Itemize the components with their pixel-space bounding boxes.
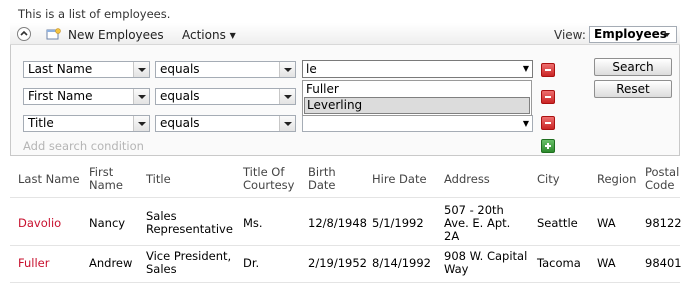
- cell-hire-date: 8/14/1992: [372, 256, 431, 270]
- dropdown-arrow-icon: [133, 89, 149, 104]
- remove-condition-icon[interactable]: [541, 90, 555, 104]
- col-header-hire-date[interactable]: Hire Date: [372, 173, 427, 186]
- cell-birth-date: 2/19/1952: [308, 256, 367, 270]
- operator-select-3[interactable]: equals: [155, 115, 296, 132]
- cell-title: Sales Representative: [146, 209, 233, 236]
- collapse-icon[interactable]: [17, 27, 31, 41]
- cell-hire-date: 5/1/1992: [372, 216, 424, 230]
- cell-postal-code: 98401: [645, 256, 682, 270]
- view-selector[interactable]: Employees: [589, 26, 677, 43]
- value-input-3[interactable]: ▼: [302, 115, 533, 132]
- dropdown-arrow-icon: [279, 89, 295, 104]
- dropdown-arrow-icon: ▼: [522, 64, 529, 73]
- search-button[interactable]: Search: [594, 58, 672, 76]
- field-select-value: First Name: [28, 89, 93, 103]
- col-header-last-name[interactable]: Last Name: [18, 173, 80, 186]
- operator-select-2[interactable]: equals: [155, 88, 296, 105]
- cell-courtesy: Ms.: [243, 216, 263, 230]
- last-name-link[interactable]: Davolio: [18, 217, 61, 230]
- dropdown-arrow-icon: [133, 62, 149, 77]
- cell-title: Vice President, Sales: [146, 249, 232, 276]
- field-select-2[interactable]: First Name: [23, 88, 150, 105]
- field-select-3[interactable]: Title: [23, 115, 150, 132]
- row-divider: [10, 282, 680, 283]
- operator-select-1[interactable]: equals: [155, 61, 296, 78]
- col-header-postal-code[interactable]: Postal Code: [645, 166, 679, 192]
- view-label: View:: [554, 28, 586, 42]
- col-header-region[interactable]: Region: [597, 173, 636, 186]
- remove-condition-icon[interactable]: [541, 63, 555, 77]
- dropdown-arrow-icon: [279, 116, 295, 131]
- last-name-link[interactable]: Fuller: [18, 257, 49, 270]
- cell-postal-code: 98122: [645, 216, 682, 230]
- cell-first-name: Nancy: [89, 216, 126, 230]
- cell-city: Seattle: [537, 216, 578, 230]
- field-select-value: Last Name: [28, 62, 93, 76]
- view-value: Employees: [594, 27, 667, 41]
- dropdown-arrow-icon: [279, 62, 295, 77]
- operator-select-value: equals: [160, 62, 200, 76]
- page-description: This is a list of employees.: [18, 7, 171, 21]
- cell-region: WA: [597, 256, 616, 270]
- actions-menu[interactable]: Actions ▼: [182, 28, 236, 42]
- cell-birth-date: 12/8/1948: [308, 216, 367, 230]
- caret-down-icon: ▼: [229, 31, 236, 40]
- autocomplete-option-highlighted[interactable]: Leverling: [304, 97, 530, 114]
- col-header-first-name[interactable]: First Name: [89, 166, 123, 192]
- field-select-value: Title: [28, 116, 54, 130]
- cell-region: WA: [597, 216, 616, 230]
- remove-condition-icon[interactable]: [541, 116, 555, 130]
- autocomplete-option[interactable]: Fuller: [304, 81, 530, 98]
- new-employees-button[interactable]: New Employees: [68, 28, 164, 42]
- col-header-birth-date[interactable]: Birth Date: [308, 166, 336, 192]
- dropdown-arrow-icon: [133, 116, 149, 131]
- cell-first-name: Andrew: [89, 256, 133, 270]
- cell-address: 908 W. Capital Way: [444, 249, 528, 276]
- col-header-title[interactable]: Title: [146, 173, 171, 186]
- operator-select-value: equals: [160, 116, 200, 130]
- value-input-1[interactable]: le ▼: [302, 60, 533, 78]
- field-select-1[interactable]: Last Name: [23, 61, 150, 78]
- add-search-condition-link[interactable]: Add search condition: [23, 139, 144, 153]
- cell-courtesy: Dr.: [243, 256, 260, 270]
- header-divider: [10, 197, 680, 198]
- row-divider: [10, 245, 680, 246]
- reset-button[interactable]: Reset: [594, 80, 672, 98]
- operator-select-value: equals: [160, 89, 200, 103]
- cell-address: 507 - 20th Ave. E. Apt. 2A: [444, 203, 511, 243]
- new-record-icon[interactable]: [46, 28, 61, 40]
- cell-city: Tacoma: [537, 256, 581, 270]
- actions-label: Actions: [182, 28, 226, 42]
- value-input-text: le: [306, 62, 317, 76]
- dropdown-arrow-icon: ▼: [522, 119, 529, 128]
- col-header-address[interactable]: Address: [444, 173, 490, 186]
- col-header-title-of-courtesy[interactable]: Title Of Courtesy: [243, 166, 294, 192]
- add-condition-icon[interactable]: [541, 139, 555, 153]
- col-header-city[interactable]: City: [537, 173, 560, 186]
